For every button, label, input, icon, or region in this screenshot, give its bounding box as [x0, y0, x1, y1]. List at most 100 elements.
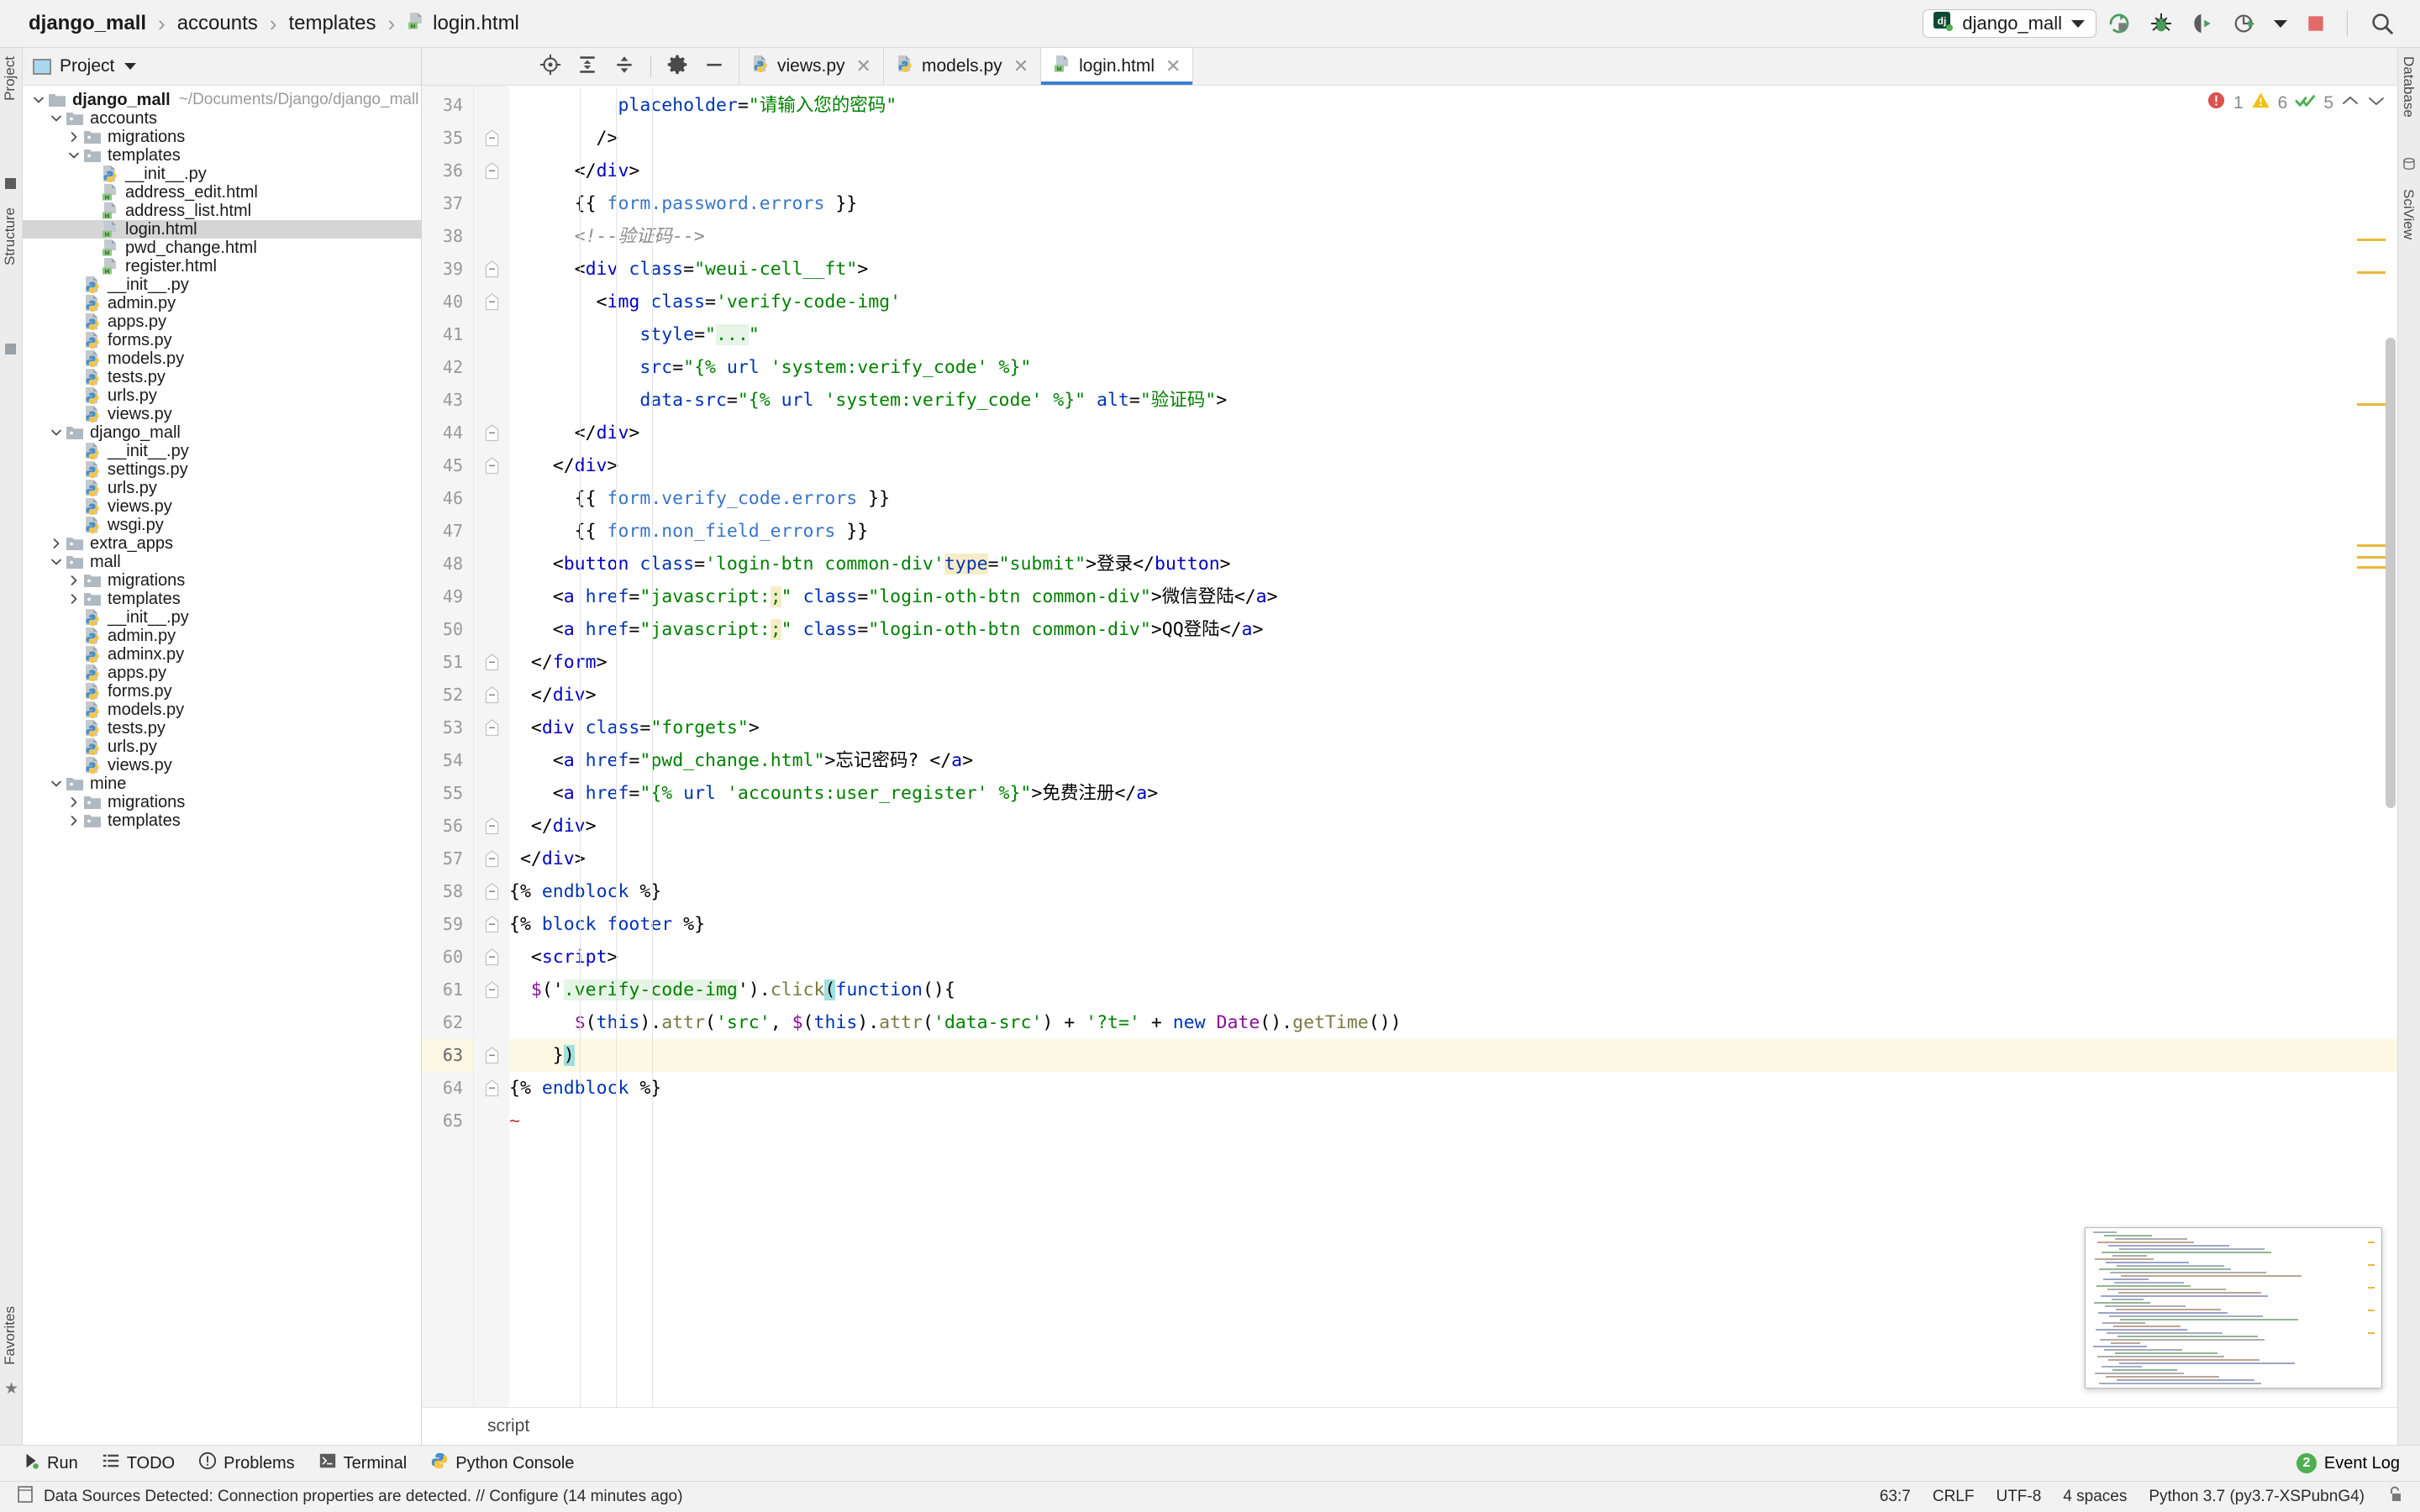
- code-line[interactable]: ~: [509, 1105, 2397, 1137]
- fold-region[interactable]: [474, 679, 509, 711]
- chevron-down-icon[interactable]: [29, 91, 48, 109]
- code-line[interactable]: </div>: [509, 843, 2397, 875]
- chevron-right-icon[interactable]: [65, 811, 83, 830]
- fold-minus-icon[interactable]: [484, 719, 500, 737]
- tree-node-admin-py[interactable]: admin.py: [23, 294, 421, 312]
- code-line[interactable]: <div class="forgets">: [509, 711, 2397, 744]
- tree-node-views-py[interactable]: views.py: [23, 756, 421, 774]
- tree-node-login-html[interactable]: Hlogin.html: [23, 220, 421, 239]
- close-icon[interactable]: ✕: [1013, 57, 1028, 76]
- fold-region[interactable]: [474, 711, 509, 744]
- previous-problem-icon[interactable]: [2341, 93, 2360, 113]
- fold-minus-icon[interactable]: [484, 948, 500, 966]
- tree-node-mine[interactable]: mine: [23, 774, 421, 793]
- close-icon[interactable]: ✕: [1165, 57, 1181, 76]
- code-line[interactable]: {{ form.password.errors }}: [509, 187, 2397, 220]
- fold-minus-icon[interactable]: [484, 1047, 500, 1064]
- tree-node-migrations[interactable]: migrations: [23, 128, 421, 146]
- code-line[interactable]: $('.verify-code-img').click(function(){: [509, 974, 2397, 1006]
- editor-tab-views-py[interactable]: views.py ✕: [739, 48, 884, 85]
- python-interpreter[interactable]: Python 3.7 (py3.7-XSPubnG4): [2149, 1488, 2365, 1506]
- tool-button-structure[interactable]: Structure: [0, 207, 21, 265]
- breadcrumb-item-django-mall[interactable]: django_mall: [18, 12, 155, 35]
- tool-window-problems[interactable]: Problems: [198, 1452, 295, 1475]
- chevron-right-icon[interactable]: [47, 534, 66, 553]
- rerun-icon[interactable]: [2100, 4, 2139, 43]
- fold-minus-icon[interactable]: [484, 654, 500, 671]
- fold-minus-icon[interactable]: [484, 424, 500, 442]
- fold-region[interactable]: [474, 646, 509, 679]
- tree-node-migrations[interactable]: migrations: [23, 793, 421, 811]
- tool-window-terminal[interactable]: Terminal: [318, 1452, 407, 1475]
- tree-node-apps-py[interactable]: apps.py: [23, 664, 421, 682]
- code-line[interactable]: </div>: [509, 679, 2397, 711]
- tool-button-database[interactable]: Database: [2397, 56, 2419, 118]
- code-line[interactable]: </div>: [509, 810, 2397, 843]
- debug-bug-icon[interactable]: [2142, 4, 2181, 43]
- chevron-down-icon[interactable]: [2268, 4, 2293, 43]
- chevron-down-icon[interactable]: [47, 774, 66, 793]
- tree-node--init-py[interactable]: __init__.py: [23, 165, 421, 183]
- tree-node-views-py[interactable]: views.py: [23, 497, 421, 516]
- tree-node-templates[interactable]: templates: [23, 146, 421, 165]
- indent-setting[interactable]: 4 spaces: [2063, 1488, 2127, 1506]
- code-line[interactable]: }): [509, 1039, 2397, 1072]
- tree-node-urls-py[interactable]: urls.py: [23, 738, 421, 756]
- chevron-down-icon[interactable]: [65, 146, 83, 165]
- caret-position[interactable]: 63:7: [1880, 1488, 1911, 1506]
- code-line[interactable]: <div class="weui-cell__ft">: [509, 253, 2397, 286]
- code-line[interactable]: {% endblock %}: [509, 875, 2397, 908]
- fold-minus-icon[interactable]: [484, 850, 500, 868]
- event-log-button[interactable]: 2 Event Log: [2296, 1453, 2420, 1473]
- tree-node-wsgi-py[interactable]: wsgi.py: [23, 516, 421, 534]
- tree-node--init-py[interactable]: __init__.py: [23, 608, 421, 627]
- error-stripe-mark[interactable]: [2357, 566, 2386, 569]
- error-stripe-mark[interactable]: [2357, 544, 2386, 547]
- breadcrumb-item-accounts[interactable]: accounts: [169, 12, 266, 35]
- tree-node-forms-py[interactable]: forms.py: [23, 682, 421, 701]
- fold-region[interactable]: [474, 122, 509, 155]
- file-encoding[interactable]: UTF-8: [1996, 1488, 2041, 1506]
- hide-icon[interactable]: [703, 54, 725, 80]
- tool-button-sciview[interactable]: SciView: [2397, 189, 2419, 239]
- close-icon[interactable]: ✕: [856, 57, 871, 76]
- code-line[interactable]: {{ form.verify_code.errors }}: [509, 482, 2397, 515]
- chevron-down-icon[interactable]: [47, 109, 66, 128]
- tree-node-extra-apps[interactable]: extra_apps: [23, 534, 421, 553]
- fold-minus-icon[interactable]: [484, 162, 500, 180]
- code-line[interactable]: <script>: [509, 941, 2397, 974]
- code-folding-gutter[interactable]: [474, 86, 509, 1407]
- code-line[interactable]: <a href="javascript:;" class="login-oth-…: [509, 580, 2397, 613]
- editor-tab-models-py[interactable]: models.py ✕: [884, 48, 1042, 85]
- code-line[interactable]: </div>: [509, 417, 2397, 449]
- fold-minus-icon[interactable]: [484, 981, 500, 999]
- fold-region[interactable]: [474, 286, 509, 318]
- tree-node--init-py[interactable]: __init__.py: [23, 442, 421, 460]
- favorites-star-icon[interactable]: ★: [4, 1379, 18, 1399]
- line-separator[interactable]: CRLF: [1933, 1488, 1975, 1506]
- editor-tabs[interactable]: views.py ✕ models.py ✕ Hlogin.html ✕: [739, 48, 1194, 85]
- tree-node-migrations[interactable]: migrations: [23, 571, 421, 590]
- fold-region[interactable]: [474, 941, 509, 974]
- fold-minus-icon[interactable]: [484, 686, 500, 704]
- fold-region[interactable]: [474, 1039, 509, 1072]
- fold-region[interactable]: [474, 449, 509, 482]
- tree-node-address-list-html[interactable]: Haddress_list.html: [23, 202, 421, 220]
- fold-region[interactable]: [474, 974, 509, 1006]
- tree-node-tests-py[interactable]: tests.py: [23, 719, 421, 738]
- tree-node-settings-py[interactable]: settings.py: [23, 460, 421, 479]
- unlock-icon[interactable]: [2386, 1485, 2403, 1509]
- editor-vertical-scrollbar[interactable]: [2386, 338, 2396, 808]
- fold-region[interactable]: [474, 843, 509, 875]
- fold-minus-icon[interactable]: [484, 129, 500, 147]
- chevron-right-icon[interactable]: [65, 793, 83, 811]
- run-with-coverage-icon[interactable]: [2184, 4, 2223, 43]
- run-configuration-selector[interactable]: dj django_mall: [1923, 9, 2096, 38]
- fold-region[interactable]: [474, 1072, 509, 1105]
- tree-node-models-py[interactable]: models.py: [23, 349, 421, 368]
- code-line[interactable]: <a href="pwd_change.html">忘记密码? </a>: [509, 744, 2397, 777]
- code-line[interactable]: <!--验证码-->: [509, 220, 2397, 253]
- stop-icon[interactable]: [2296, 4, 2335, 43]
- code-line[interactable]: <button class='login-btn common-div'type…: [509, 548, 2397, 580]
- fold-minus-icon[interactable]: [484, 260, 500, 278]
